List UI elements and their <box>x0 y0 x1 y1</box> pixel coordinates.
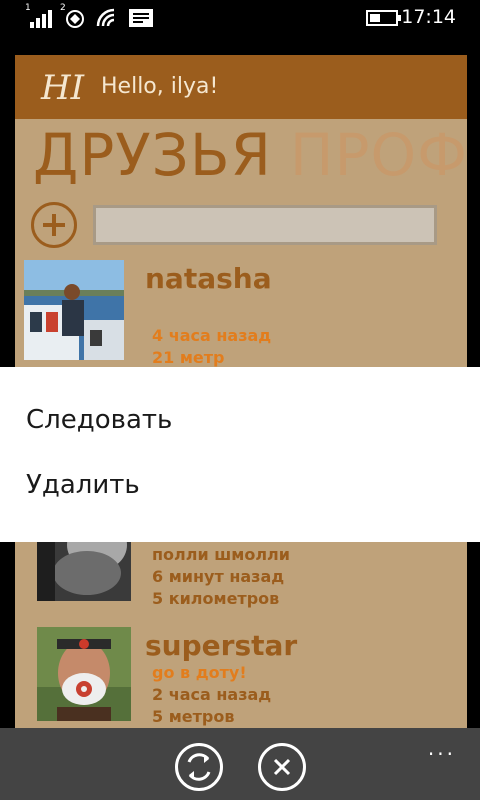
battery-icon <box>366 10 401 26</box>
friend-name: natasha <box>145 262 272 295</box>
friend-status: полли шмолли <box>152 545 290 564</box>
context-menu: Следовать Удалить <box>0 367 480 542</box>
avatar <box>37 627 131 721</box>
app-logo: HI <box>40 69 85 105</box>
search-input[interactable] <box>93 205 437 245</box>
close-button[interactable] <box>258 743 306 791</box>
message-icon <box>129 9 153 27</box>
tab-profile[interactable]: ПРОФ <box>290 121 467 189</box>
signal-icon <box>30 10 52 28</box>
delete-menu-item[interactable]: Удалить <box>26 470 140 500</box>
refresh-button[interactable] <box>175 743 223 791</box>
friend-status: go в доту! <box>152 663 247 682</box>
pivot-header: ДРУЗЬЯ ПРОФ <box>33 121 467 189</box>
status-bar: 1 2 17:14 <box>0 0 480 36</box>
follow-menu-item[interactable]: Следовать <box>26 405 172 435</box>
sim2-signal-icon <box>66 10 84 28</box>
friend-name: superstar <box>145 629 298 662</box>
wifi-icon <box>96 8 115 27</box>
add-friend-button[interactable] <box>31 202 77 248</box>
friend-distance: 5 километров <box>152 589 280 608</box>
refresh-icon <box>187 753 211 781</box>
header-bar: HI Hello, ilya! <box>15 55 467 119</box>
avatar <box>24 260 124 360</box>
more-options-button[interactable]: ... <box>428 736 456 760</box>
friend-distance: 21 метр <box>152 348 225 367</box>
close-icon <box>273 758 291 776</box>
svg-text:HI: HI <box>40 69 85 105</box>
app-bar: ... <box>0 728 480 800</box>
clock: 17:14 <box>401 6 456 28</box>
tab-friends[interactable]: ДРУЗЬЯ <box>33 121 272 189</box>
list-item-friend-3[interactable]: superstar go в доту! 2 часа назад 5 метр… <box>15 627 467 737</box>
friend-distance: 5 метров <box>152 707 235 726</box>
friend-time: 2 часа назад <box>152 685 272 704</box>
greeting-text: Hello, ilya! <box>101 74 219 99</box>
list-item-friend-1[interactable]: natasha 4 часа назад 21 метр <box>15 260 467 370</box>
friend-time: 4 часа назад <box>152 326 272 345</box>
friend-time: 6 минут назад <box>152 567 285 586</box>
